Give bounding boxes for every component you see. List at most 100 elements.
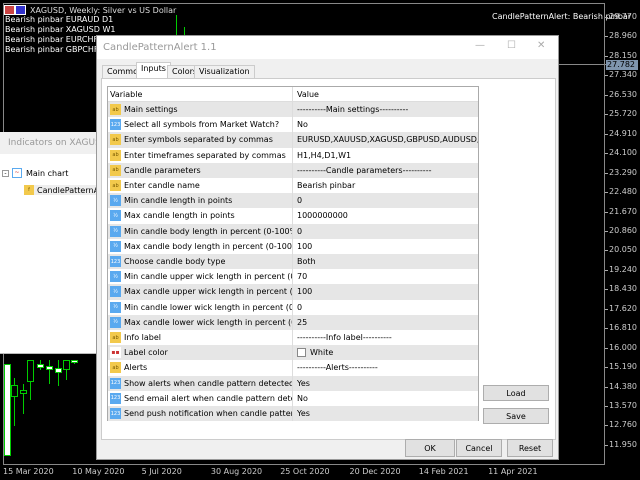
date-label: 20 Dec 2020	[349, 467, 401, 476]
row-value[interactable]: Both	[293, 257, 478, 266]
tab-inputs[interactable]: Inputs	[136, 62, 171, 79]
cancel-button[interactable]: Cancel	[456, 439, 502, 457]
variable-label: Enter candle name	[124, 181, 200, 191]
table-row[interactable]: 123 Show alerts when candle pattern detec…	[108, 375, 478, 391]
ok-button[interactable]: OK	[405, 439, 455, 457]
row-value[interactable]: 100	[293, 287, 478, 296]
table-row[interactable]: ab Enter symbols separated by commas EURUS…	[108, 132, 478, 148]
row-value[interactable]: No	[293, 120, 478, 129]
table-row[interactable]: ab Enter timeframes separated by commas H1…	[108, 147, 478, 163]
date-label: 11 Apr 2021	[488, 467, 538, 476]
price-tick	[605, 94, 608, 96]
tree-item-main-chart[interactable]: - ~ Main chart	[2, 168, 68, 178]
row-variable: 123 Send push notification when candle pa…	[108, 406, 293, 422]
value-text: 0	[297, 226, 303, 236]
row-value[interactable]: 70	[293, 272, 478, 281]
collapse-icon[interactable]: -	[2, 169, 9, 177]
row-variable: ½ Min candle length in points	[108, 193, 293, 209]
date-label: 25 Oct 2020	[280, 467, 330, 476]
candle-body	[55, 368, 62, 373]
table-row[interactable]: 123 Send email alert when candle pattern …	[108, 390, 478, 406]
color-swatch[interactable]	[297, 348, 306, 358]
row-value[interactable]: EURUSD,XAUUSD,XAGUSD,GBPUSD,AUDUSD,NZDUS…	[293, 135, 478, 144]
price-tick	[605, 153, 608, 155]
table-row[interactable]: ab Info label ----------Info label--------…	[108, 330, 478, 346]
indicator-icon: f	[24, 185, 34, 195]
row-value[interactable]: ----------Candle parameters----------	[293, 166, 478, 175]
value-text: 70	[297, 272, 308, 282]
price-tick	[605, 192, 608, 194]
row-variable: ab Info label	[108, 330, 293, 346]
price-tick	[605, 425, 608, 427]
price-label: 29.770	[609, 12, 637, 21]
variable-label: Max candle body length in percent (0-100…	[124, 241, 293, 251]
double-icon: ½	[110, 225, 121, 237]
string-icon: ab	[110, 332, 121, 344]
row-value[interactable]: Yes	[293, 379, 478, 388]
table-row[interactable]: ½ Max candle upper wick length in percent…	[108, 284, 478, 300]
reset-button[interactable]: Reset	[507, 439, 553, 457]
column-header-variable[interactable]: Variable	[108, 87, 293, 102]
table-row[interactable]: ½ Max candle lower wick length in percent…	[108, 314, 478, 330]
row-value[interactable]: 25	[293, 318, 478, 327]
tab-visualization[interactable]: Visualization	[194, 65, 255, 79]
table-row[interactable]: ▪▪ Label color White	[108, 345, 478, 361]
table-row[interactable]: ½ Min candle length in points 0	[108, 193, 478, 209]
table-row[interactable]: 123 Send push notification when candle pa…	[108, 406, 478, 422]
variable-label: Label color	[124, 348, 168, 358]
price-label: 16.000	[609, 342, 637, 352]
table-row[interactable]: ab Alerts ----------Alerts----------	[108, 360, 478, 376]
row-variable: 123 Select all symbols from Market Watch?	[108, 117, 293, 133]
value-text: H1,H4,D1,W1	[297, 150, 352, 160]
table-row[interactable]: ½ Min candle body length in percent (0-10…	[108, 223, 478, 239]
value-text: White	[310, 348, 334, 358]
table-row[interactable]: ½ Max candle body length in percent (0-10…	[108, 238, 478, 254]
value-text: ----------Info label----------	[297, 333, 392, 343]
row-value[interactable]: H1,H4,D1,W1	[293, 151, 478, 160]
double-icon: ½	[110, 210, 121, 222]
row-variable: ab Enter timeframes separated by commas	[108, 147, 293, 163]
table-row[interactable]: ½ Max candle length in points 1000000000	[108, 208, 478, 224]
price-label: 16.810	[609, 323, 637, 333]
table-row[interactable]: 123 Choose candle body type Both	[108, 254, 478, 270]
row-value[interactable]: Bearish pinbar	[293, 181, 478, 190]
table-row[interactable]: ½ Min candle lower wick length in percent…	[108, 299, 478, 315]
column-header-value[interactable]: Value	[293, 90, 478, 99]
row-value[interactable]: 0	[293, 227, 478, 236]
table-row[interactable]: ½ Min candle upper wick length in percent…	[108, 269, 478, 285]
table-row[interactable]: ab Candle parameters ----------Candle para…	[108, 162, 478, 178]
price-label: 27.340	[609, 70, 637, 80]
save-button[interactable]: Save	[483, 408, 549, 424]
candle-body	[11, 385, 18, 397]
row-value[interactable]: No	[293, 394, 478, 403]
table-row[interactable]: ab Enter candle name Bearish pinbar	[108, 178, 478, 194]
price-label: 17.620	[609, 303, 637, 313]
table-row[interactable]: 123 Select all symbols from Market Watch?…	[108, 117, 478, 133]
price-tick	[605, 328, 608, 330]
row-value[interactable]: 1000000000	[293, 211, 478, 220]
dialog-title: CandlePatternAlert 1.1	[97, 36, 558, 59]
candle-body	[63, 360, 70, 370]
variable-label: Max candle lower wick length in percent …	[124, 317, 292, 327]
row-value[interactable]: 0	[293, 303, 478, 312]
inputs-panel: Variable Value ab Main settings ----------…	[101, 78, 556, 440]
value-text: EURUSD,XAUUSD,XAGUSD,GBPUSD,AUDUSD,NZDUS…	[297, 135, 478, 145]
price-label: 20.050	[609, 245, 637, 255]
row-value[interactable]: White	[293, 348, 478, 358]
close-icon[interactable]: ✕	[537, 40, 545, 51]
minimize-icon[interactable]: —	[475, 40, 485, 51]
row-value[interactable]: ----------Info label----------	[293, 333, 478, 342]
row-value[interactable]: Yes	[293, 409, 478, 418]
load-button[interactable]: Load	[483, 385, 549, 401]
double-icon: ½	[110, 271, 121, 283]
row-value[interactable]: 0	[293, 196, 478, 205]
date-label: 30 Aug 2020	[210, 467, 263, 476]
maximize-icon[interactable]: ☐	[507, 40, 516, 51]
row-value[interactable]: ----------Alerts----------	[293, 363, 478, 372]
row-value[interactable]: ----------Main settings----------	[293, 105, 478, 114]
double-icon: ½	[110, 316, 121, 328]
row-value[interactable]: 100	[293, 242, 478, 251]
value-text: Bearish pinbar	[297, 181, 356, 191]
value-text: 1000000000	[297, 211, 348, 221]
table-row[interactable]: ab Main settings ----------Main settings--…	[108, 102, 478, 118]
